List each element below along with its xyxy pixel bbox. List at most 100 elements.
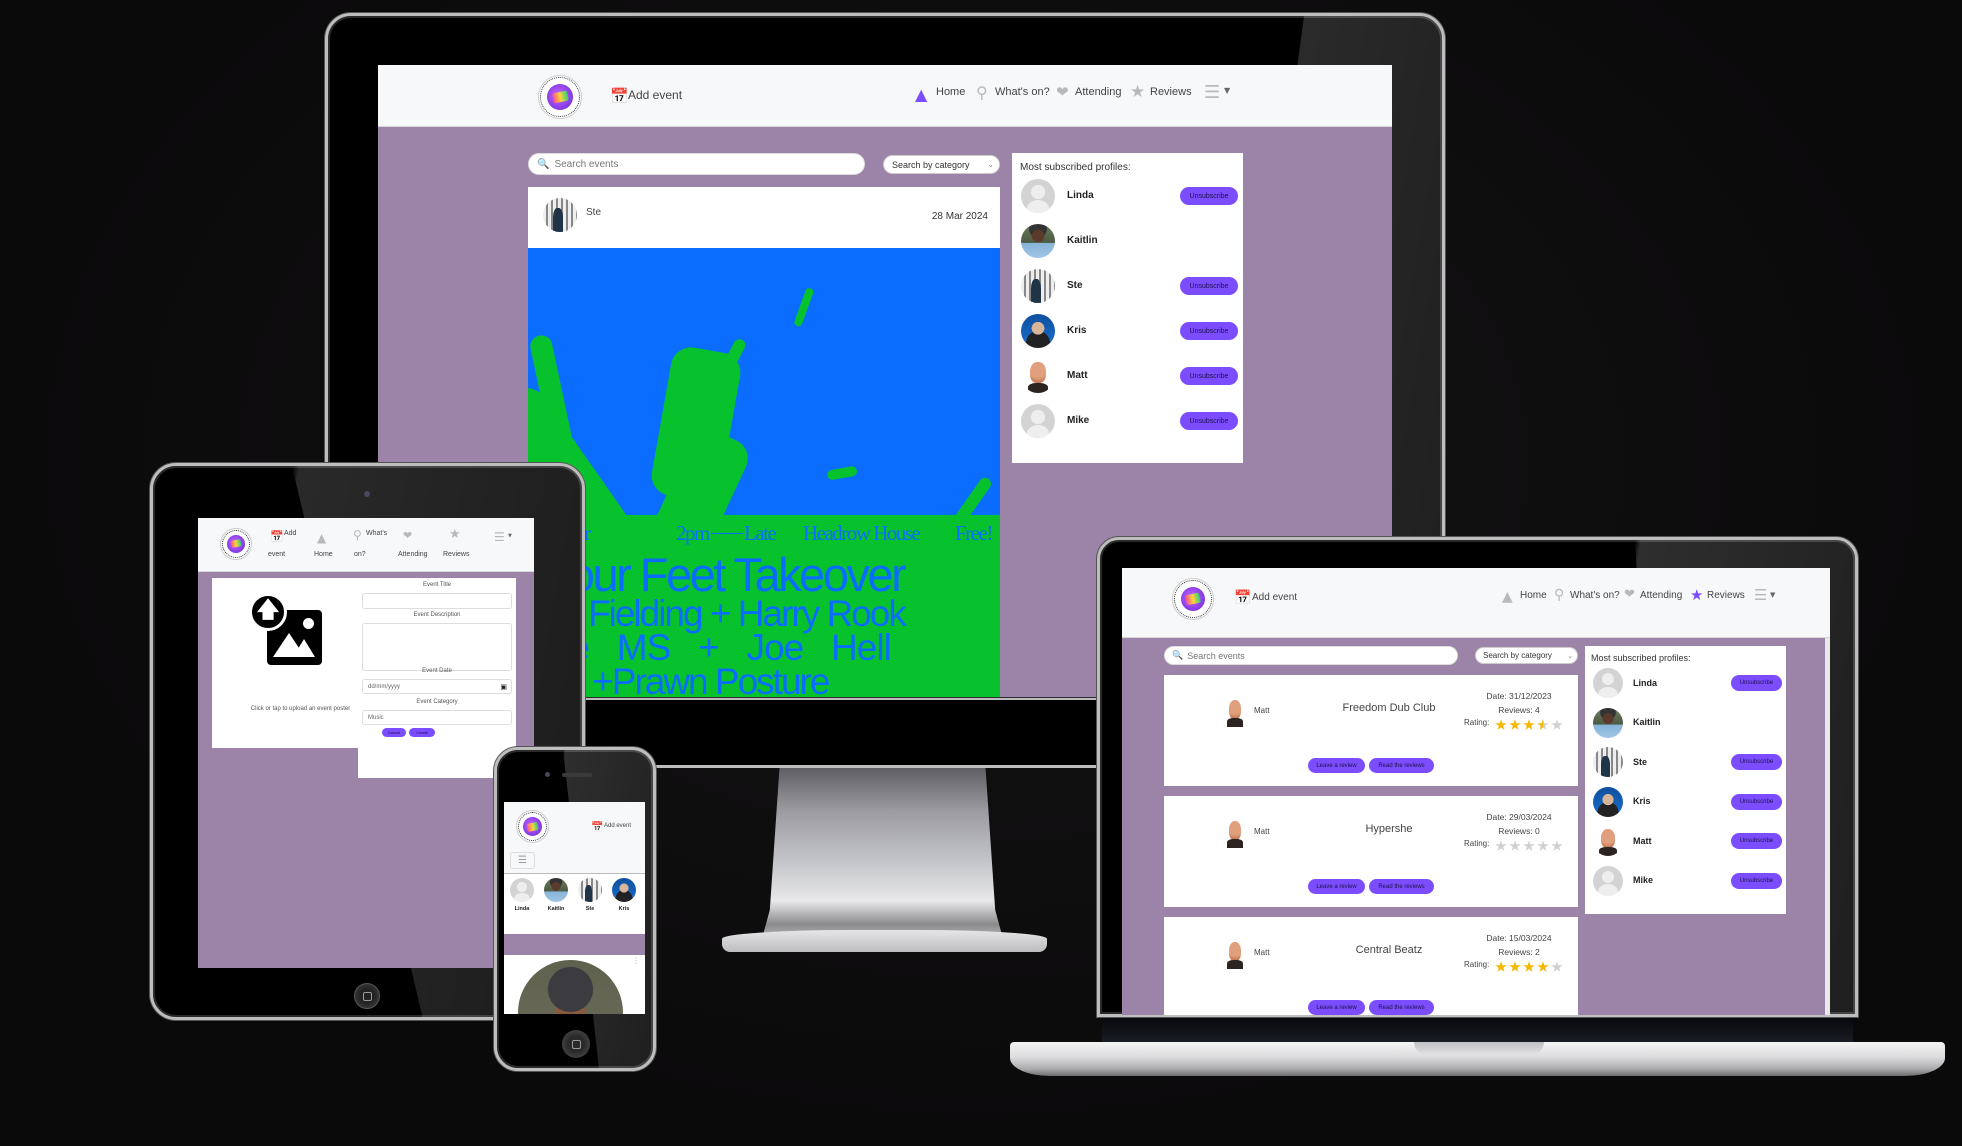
profile-avatar[interactable]: [1593, 826, 1623, 856]
nav-whats-on-line2[interactable]: on?: [354, 551, 366, 558]
profile-avatar[interactable]: [1021, 359, 1055, 393]
hamburger-toggle-button[interactable]: ☰: [510, 852, 535, 869]
event-title[interactable]: Freedom Dub Club: [1312, 702, 1466, 714]
event-category-select[interactable]: Music: [362, 710, 512, 725]
event-description-textarea[interactable]: [362, 623, 512, 671]
nav-add-event-line2[interactable]: event: [268, 551, 285, 558]
event-author-avatar[interactable]: [518, 960, 623, 1014]
nav-whats-on[interactable]: What's on?: [1570, 590, 1620, 601]
event-author-avatar[interactable]: [1222, 697, 1248, 727]
event-title[interactable]: Central Beatz: [1312, 944, 1466, 956]
create-button[interactable]: Create: [409, 728, 435, 737]
profile-avatar[interactable]: [1593, 668, 1623, 698]
site-logo[interactable]: [516, 810, 549, 843]
site-logo[interactable]: [538, 75, 582, 119]
profile-avatar[interactable]: [1021, 269, 1055, 303]
hamburger-menu-icon[interactable]: ☰: [1754, 586, 1767, 604]
nav-reviews[interactable]: Reviews: [1150, 86, 1192, 98]
category-select[interactable]: Search by category ⌄: [1475, 647, 1578, 664]
event-poster-image[interactable]: y 1st Apr 2pm Late Headrow House Free! t…: [528, 248, 1000, 697]
read-reviews-button[interactable]: Read the reviews: [1369, 879, 1434, 894]
profile-name[interactable]: Ste: [574, 906, 606, 912]
event-title-input[interactable]: [362, 593, 512, 609]
event-author-name[interactable]: Matt: [1254, 827, 1270, 836]
nav-attending[interactable]: Attending: [1075, 86, 1121, 98]
unsubscribe-button[interactable]: Unsubscribe: [1731, 833, 1782, 849]
event-author-avatar[interactable]: [1222, 818, 1248, 848]
hamburger-menu-icon[interactable]: ☰: [1204, 82, 1220, 103]
unsubscribe-button[interactable]: Unsubscribe: [1180, 187, 1238, 205]
profile-name[interactable]: Kris: [1633, 796, 1651, 806]
profile-name[interactable]: Kaitlin: [1633, 717, 1661, 727]
profile-avatar[interactable]: [1593, 707, 1623, 738]
cancel-button[interactable]: Cancel: [382, 728, 406, 737]
nav-add-event[interactable]: Add event: [1252, 592, 1297, 603]
profile-avatar[interactable]: [612, 878, 636, 902]
profile-name[interactable]: Ste: [1067, 280, 1083, 291]
unsubscribe-button[interactable]: Unsubscribe: [1180, 277, 1238, 295]
profile-avatar[interactable]: [510, 878, 534, 902]
nav-reviews[interactable]: Reviews: [1707, 590, 1745, 601]
nav-whats-on[interactable]: What's on?: [995, 86, 1050, 98]
profile-name[interactable]: Mike: [1633, 875, 1653, 885]
profile-name[interactable]: Matt: [1633, 836, 1652, 846]
more-options-icon[interactable]: ⋮: [632, 957, 640, 965]
hamburger-menu-icon[interactable]: ☰: [494, 530, 505, 544]
nav-reviews[interactable]: Reviews: [443, 551, 469, 558]
unsubscribe-button[interactable]: Unsubscribe: [1180, 412, 1238, 430]
profile-avatar[interactable]: [1593, 865, 1623, 896]
event-date-input[interactable]: dd/mm/yyyy ▣: [362, 679, 512, 694]
profile-name[interactable]: Kris: [1067, 325, 1086, 336]
site-logo[interactable]: [1172, 578, 1214, 620]
profile-name[interactable]: Kris: [608, 906, 640, 912]
event-title[interactable]: Hypershe: [1312, 823, 1466, 835]
post-author-avatar[interactable]: [543, 198, 577, 232]
dropdown-caret-icon[interactable]: ▼: [1770, 591, 1775, 599]
profile-name[interactable]: Linda: [1067, 190, 1094, 201]
profile-avatar[interactable]: [1021, 314, 1055, 348]
nav-attending[interactable]: Attending: [1640, 590, 1682, 601]
search-events-input[interactable]: 🔍 Search events: [528, 153, 865, 175]
read-reviews-button[interactable]: Read the reviews: [1369, 758, 1434, 773]
unsubscribe-button[interactable]: Unsubscribe: [1180, 367, 1238, 385]
scrollbar[interactable]: [1825, 638, 1830, 1015]
profile-name[interactable]: Matt: [1067, 370, 1088, 381]
event-author-name[interactable]: Matt: [1254, 706, 1270, 715]
search-events-input[interactable]: 🔍 Search events: [1164, 646, 1458, 665]
nav-home[interactable]: Home: [314, 551, 333, 558]
unsubscribe-button[interactable]: Unsubscribe: [1731, 754, 1782, 770]
profile-name[interactable]: Kaitlin: [540, 906, 572, 912]
profile-name[interactable]: Ste: [1633, 757, 1647, 767]
event-author-name[interactable]: Matt: [1254, 948, 1270, 957]
profile-avatar[interactable]: [1593, 786, 1623, 817]
post-author-name[interactable]: Ste: [586, 207, 601, 218]
profile-avatar[interactable]: [544, 878, 568, 902]
nav-whats-on-line1[interactable]: What's: [366, 530, 387, 537]
leave-review-button[interactable]: Leave a review: [1308, 1000, 1365, 1015]
profile-avatar[interactable]: [1593, 747, 1623, 777]
nav-attending[interactable]: Attending: [398, 551, 428, 558]
profile-avatar[interactable]: [1021, 224, 1055, 258]
profile-avatar[interactable]: [578, 878, 602, 902]
nav-add-event[interactable]: Add event: [604, 823, 631, 829]
profile-name[interactable]: Linda: [1633, 678, 1657, 688]
unsubscribe-button[interactable]: Unsubscribe: [1180, 322, 1238, 340]
nav-home[interactable]: Home: [936, 86, 965, 98]
profile-name[interactable]: Mike: [1067, 415, 1089, 426]
unsubscribe-button[interactable]: Unsubscribe: [1731, 872, 1782, 889]
nav-home[interactable]: Home: [1520, 590, 1547, 601]
unsubscribe-button[interactable]: Unsubscribe: [1731, 675, 1782, 691]
site-logo[interactable]: [220, 528, 252, 560]
category-select[interactable]: Search by category ⌄: [883, 155, 1000, 174]
profile-name[interactable]: Kaitlin: [1067, 235, 1098, 246]
leave-review-button[interactable]: Leave a review: [1308, 758, 1365, 773]
profile-avatar[interactable]: [1021, 404, 1055, 438]
dropdown-caret-icon[interactable]: ▼: [1224, 86, 1230, 95]
profile-name[interactable]: Linda: [506, 906, 538, 912]
nav-add-event[interactable]: Add event: [628, 88, 682, 102]
leave-review-button[interactable]: Leave a review: [1308, 879, 1365, 894]
event-author-avatar[interactable]: [1222, 939, 1248, 969]
profile-avatar[interactable]: [1021, 179, 1055, 213]
unsubscribe-button[interactable]: Unsubscribe: [1731, 793, 1782, 810]
dropdown-caret-icon[interactable]: ▼: [508, 533, 512, 539]
